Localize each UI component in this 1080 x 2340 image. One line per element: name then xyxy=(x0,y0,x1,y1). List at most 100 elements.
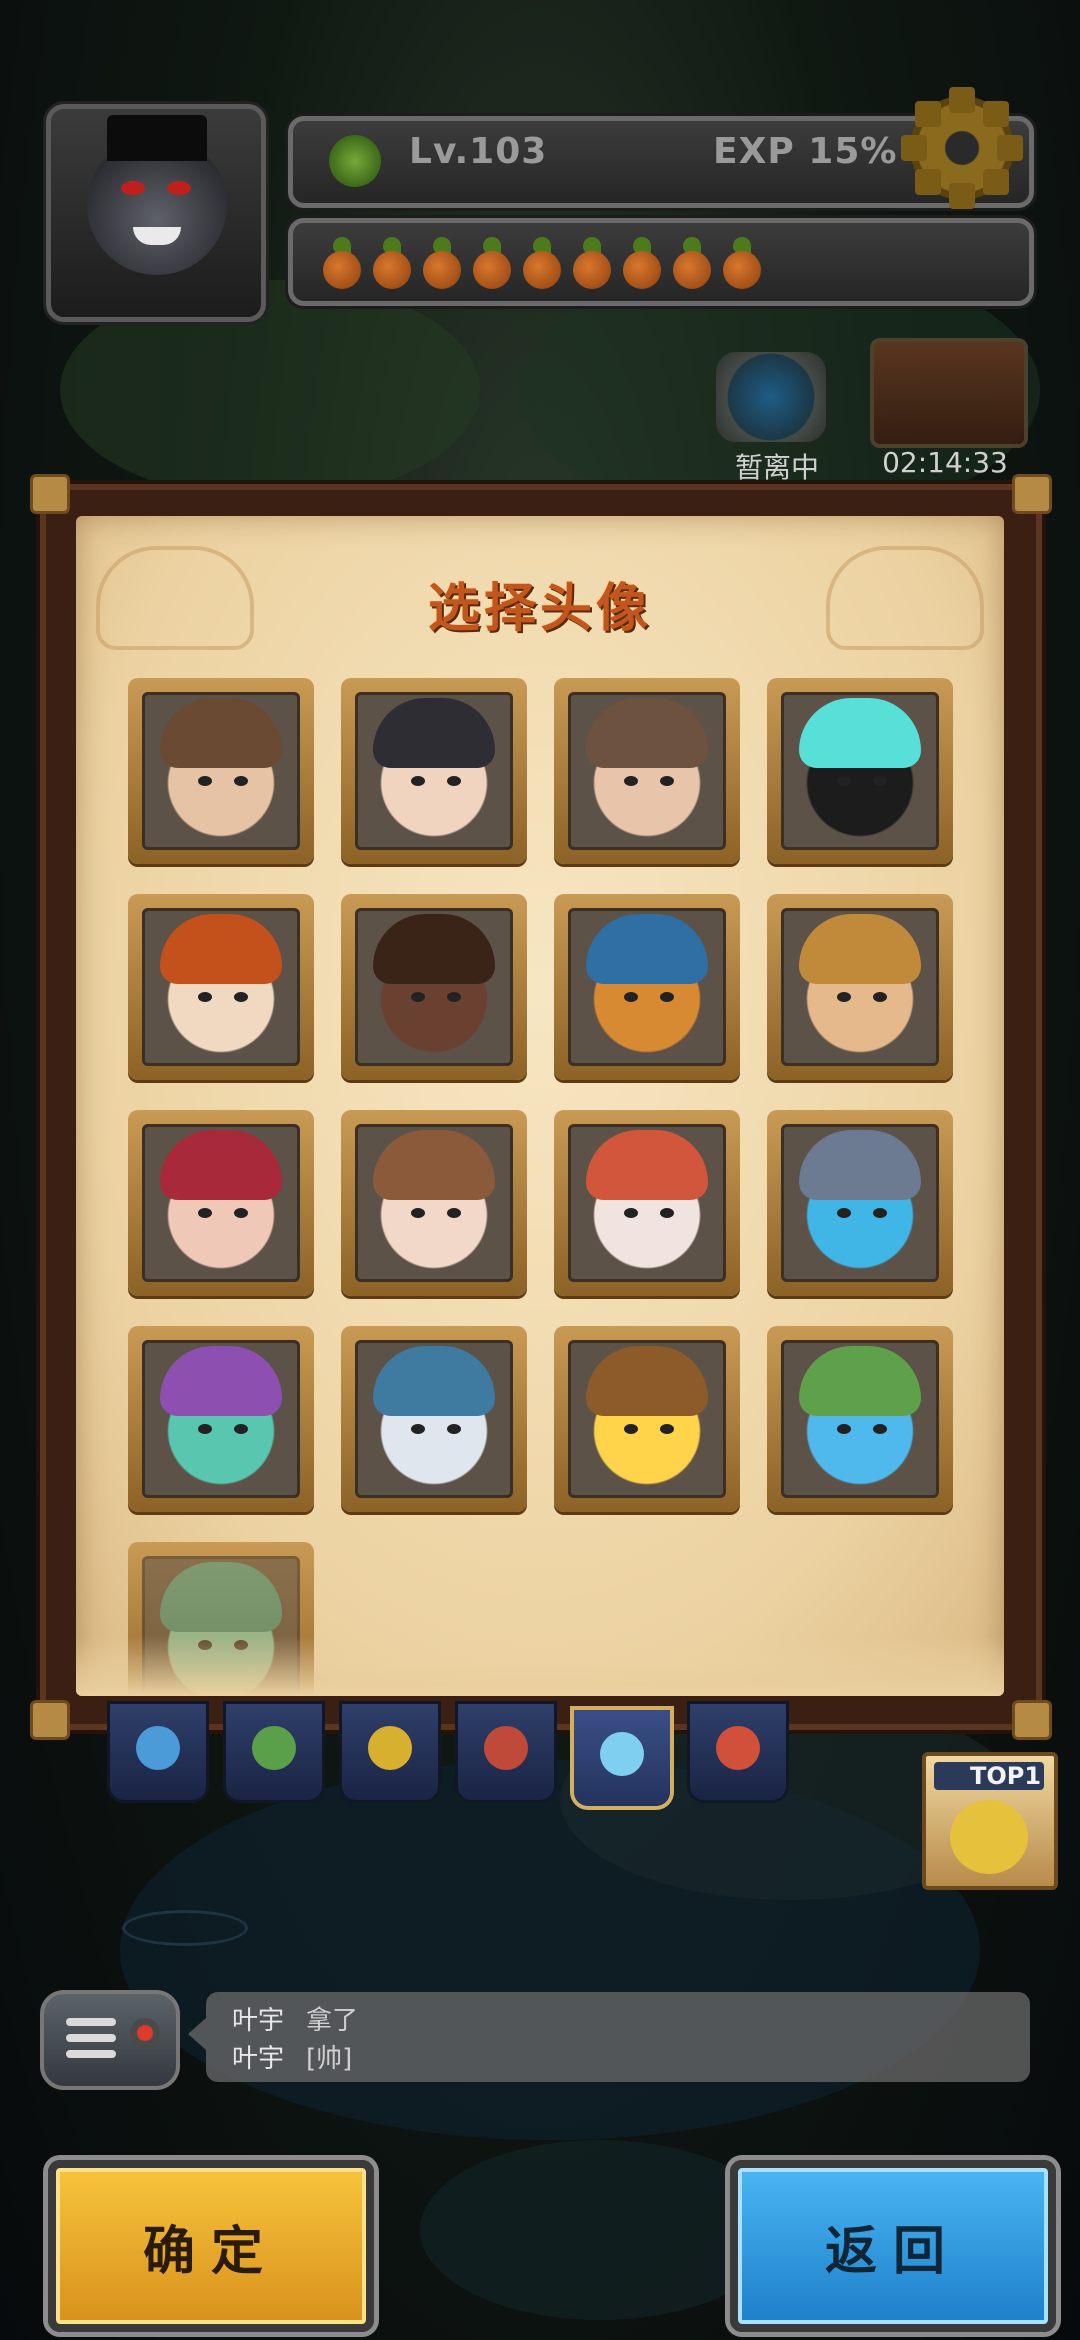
avatar-option-brown-hair-man[interactable] xyxy=(128,678,314,864)
avatar-option-afro-woman[interactable] xyxy=(341,894,527,1080)
blue-creature-icon xyxy=(136,1726,180,1770)
category-tabs xyxy=(110,1704,790,1806)
portrait-hair xyxy=(373,698,495,768)
level-text: Lv.103 xyxy=(409,131,548,172)
avatar-option-tiger[interactable] xyxy=(554,894,740,1080)
back-button[interactable]: 返回 xyxy=(730,2160,1056,2332)
portrait-hair xyxy=(586,914,708,984)
scroll-fade xyxy=(76,1636,1004,1696)
avatar-frame xyxy=(355,1340,513,1498)
confirm-button[interactable]: 确定 xyxy=(48,2160,374,2332)
avatar-option-spiky-cyan-hair-villain[interactable] xyxy=(767,678,953,864)
settings-gear-icon[interactable] xyxy=(901,87,1023,209)
carrot-icon xyxy=(521,237,563,289)
portrait-eye xyxy=(837,1208,851,1218)
green-creature-icon xyxy=(252,1726,296,1770)
chest-timer: 02:14:33 xyxy=(882,446,1008,479)
avatar-option-fruit-hat-bear[interactable] xyxy=(554,1326,740,1512)
portrait-eye xyxy=(660,1424,674,1434)
avatar-option-short-hair-man[interactable] xyxy=(554,678,740,864)
portrait-eye xyxy=(447,1424,461,1434)
portrait-eye xyxy=(660,992,674,1002)
carrot-icon xyxy=(321,237,363,289)
avatar-option-blue-haired-girl[interactable] xyxy=(341,1326,527,1512)
gear-tooth xyxy=(949,87,975,113)
carrot-icon xyxy=(371,237,413,289)
avatar-option-blue-robot-blob[interactable] xyxy=(767,1326,953,1512)
portrait-eye xyxy=(198,992,212,1002)
chat-preview[interactable]: 叶宇 拿了 叶宇 [帅] xyxy=(188,1992,1030,2082)
avatar-option-veiled-girl[interactable] xyxy=(341,1110,527,1296)
top-badge-label: TOP1 xyxy=(970,1762,1042,1790)
question-mark-icon xyxy=(600,1732,644,1776)
chat-button[interactable] xyxy=(40,1990,180,2090)
avatar-option-red-haired-girl[interactable] xyxy=(128,1110,314,1296)
avatar-frame xyxy=(142,908,300,1066)
gear-tooth xyxy=(949,183,975,209)
avatar-frame xyxy=(781,1124,939,1282)
portrait-hair xyxy=(160,1130,282,1200)
portrait-eye xyxy=(234,1424,248,1434)
portrait-eye xyxy=(837,776,851,786)
portrait-hair xyxy=(373,1130,495,1200)
chat-text: [帅] xyxy=(306,2044,353,2074)
treasure-chest-icon[interactable] xyxy=(870,338,1028,448)
avatar-frame xyxy=(142,692,300,850)
panel-corner xyxy=(30,1700,70,1740)
portrait-eye xyxy=(447,1208,461,1218)
portrait-eye xyxy=(234,992,248,1002)
portrait-hair xyxy=(799,1130,921,1200)
portrait-hair xyxy=(799,914,921,984)
portrait-eye xyxy=(624,992,638,1002)
carrot-icon xyxy=(471,237,513,289)
dialog-title: 选择头像 xyxy=(427,579,652,639)
portrait-hair xyxy=(160,698,282,768)
portrait-eye xyxy=(624,776,638,786)
avatar-option-blonde-warrior-woman[interactable] xyxy=(767,894,953,1080)
panel-corner xyxy=(30,474,70,514)
portrait-eye xyxy=(234,1208,248,1218)
chat-user: 叶宇 xyxy=(232,2044,285,2074)
avatar-frame xyxy=(142,1340,300,1498)
gear-tooth xyxy=(901,135,927,161)
avatar-frame xyxy=(781,692,939,850)
avatar-eye xyxy=(167,181,191,195)
tab-yellow-creature[interactable] xyxy=(342,1704,438,1800)
player-avatar[interactable] xyxy=(46,104,266,322)
red-creature-icon xyxy=(484,1726,528,1770)
portrait-hair xyxy=(586,1346,708,1416)
avatar-option-white-fox[interactable] xyxy=(554,1110,740,1296)
yellow-creature-icon xyxy=(368,1726,412,1770)
portrait-hair xyxy=(799,1346,921,1416)
avatar-option-black-hair-man[interactable] xyxy=(341,678,527,864)
chat-line xyxy=(66,2018,116,2026)
avatar-option-red-haired-woman[interactable] xyxy=(128,894,314,1080)
badge-face-icon xyxy=(950,1800,1028,1874)
portrait-hair xyxy=(373,1346,495,1416)
portrait-eye xyxy=(411,1424,425,1434)
chat-bubble-tail xyxy=(188,2018,206,2050)
water-ripple xyxy=(122,1910,248,1946)
portrait-hair xyxy=(799,698,921,768)
portrait-hair xyxy=(160,914,282,984)
tab-question-mark[interactable] xyxy=(574,1710,670,1806)
avatar-eye xyxy=(121,181,145,195)
avatar-frame xyxy=(355,908,513,1066)
tab-red-creature[interactable] xyxy=(458,1704,554,1800)
top-rank-badge[interactable]: TOP1 xyxy=(922,1752,1058,1890)
gear-tooth xyxy=(982,168,1009,195)
avatar-option-blue-knight-creature[interactable] xyxy=(767,1110,953,1296)
portrait-eye xyxy=(624,1424,638,1434)
panel-parchment: 选择头像 xyxy=(76,516,1004,1696)
portrait-eye xyxy=(837,992,851,1002)
portal-icon[interactable] xyxy=(716,352,826,442)
tab-blue-creature[interactable] xyxy=(110,1704,206,1800)
gear-tooth xyxy=(982,101,1009,128)
avatar-option-green-monster[interactable] xyxy=(128,1326,314,1512)
tab-green-creature[interactable] xyxy=(226,1704,322,1800)
portrait-hair xyxy=(373,914,495,984)
tab-red-beast[interactable] xyxy=(690,1704,786,1800)
top-hat-icon xyxy=(107,115,207,161)
chat-line xyxy=(66,2050,116,2058)
chat-text: 拿了 xyxy=(306,2006,359,2036)
